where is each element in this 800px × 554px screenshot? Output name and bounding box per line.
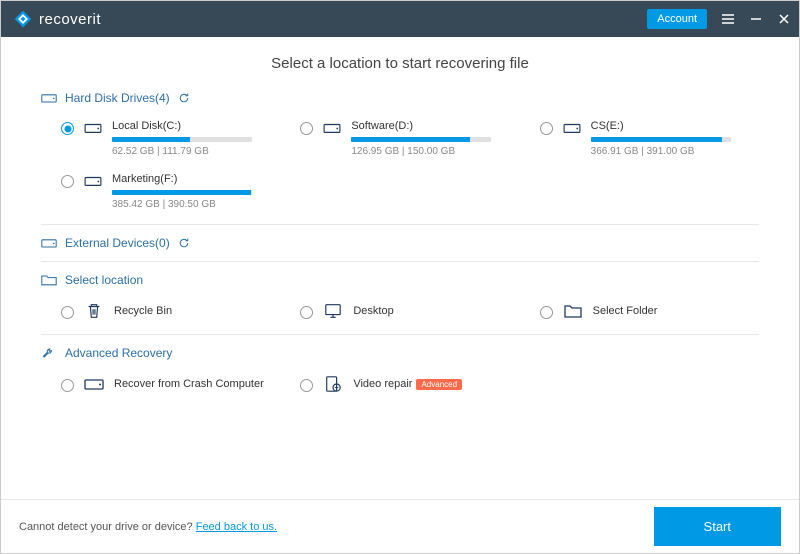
drive-name: Software(D:) xyxy=(351,120,519,132)
location-select-folder[interactable]: Select Folder xyxy=(540,298,759,324)
recycle-bin-icon xyxy=(84,302,104,320)
location-desktop[interactable]: Desktop xyxy=(300,298,519,324)
account-button[interactable]: Account xyxy=(647,9,707,29)
close-icon[interactable] xyxy=(777,12,791,26)
advanced-label: Recover from Crash Computer xyxy=(114,378,264,390)
drive-icon xyxy=(84,375,104,393)
radio[interactable] xyxy=(300,122,313,135)
wrench-section-icon xyxy=(41,345,57,361)
drive-size: 366.91 GB | 391.00 GB xyxy=(591,146,759,157)
drive-item[interactable]: Local Disk(C:) 62.52 GB | 111.79 GB xyxy=(61,116,280,161)
refresh-icon[interactable] xyxy=(178,92,190,104)
drive-usage-bar xyxy=(351,137,491,142)
minimize-icon[interactable] xyxy=(749,12,763,26)
refresh-icon[interactable] xyxy=(178,237,190,249)
drive-icon xyxy=(563,121,581,135)
radio[interactable] xyxy=(61,122,74,135)
drive-size: 62.52 GB | 111.79 GB xyxy=(112,146,280,157)
section-advanced: Advanced Recovery Recover from Crash Com… xyxy=(41,345,759,397)
radio[interactable] xyxy=(540,306,553,319)
advanced-label: Video repairAdvanced xyxy=(353,378,462,390)
feedback-link[interactable]: Feed back to us. xyxy=(196,521,277,533)
menu-icon[interactable] xyxy=(721,12,735,26)
page-title: Select a location to start recovering fi… xyxy=(41,55,759,72)
drive-section-icon xyxy=(41,90,57,106)
divider xyxy=(41,261,759,262)
drive-usage-bar xyxy=(112,190,252,195)
section-external: External Devices(0) xyxy=(41,235,759,251)
radio[interactable] xyxy=(300,379,313,392)
location-label: Recycle Bin xyxy=(114,305,172,317)
start-button[interactable]: Start xyxy=(654,507,781,546)
section-title-external: External Devices(0) xyxy=(65,236,170,250)
advanced-badge: Advanced xyxy=(416,379,462,390)
app-logo: recoverit xyxy=(13,9,101,29)
external-section-icon xyxy=(41,235,57,251)
divider xyxy=(41,224,759,225)
drive-name: Marketing(F:) xyxy=(112,173,280,185)
drive-item[interactable]: CS(E:) 366.91 GB | 391.00 GB xyxy=(540,116,759,161)
section-title-location: Select location xyxy=(65,273,143,287)
drive-item[interactable]: Marketing(F:) 385.42 GB | 390.50 GB xyxy=(61,169,280,214)
location-recycle-bin[interactable]: Recycle Bin xyxy=(61,298,280,324)
drive-name: Local Disk(C:) xyxy=(112,120,280,132)
folder-icon xyxy=(563,302,583,320)
section-title-advanced: Advanced Recovery xyxy=(65,346,172,360)
radio[interactable] xyxy=(61,175,74,188)
advanced-video-repair[interactable]: Video repairAdvanced xyxy=(300,371,519,397)
drive-icon xyxy=(323,121,341,135)
footer-text: Cannot detect your drive or device? Feed… xyxy=(19,521,277,533)
drive-usage-bar xyxy=(112,137,252,142)
section-title-drives: Hard Disk Drives(4) xyxy=(65,91,170,105)
footer: Cannot detect your drive or device? Feed… xyxy=(1,499,799,553)
content: Select a location to start recovering fi… xyxy=(1,37,799,499)
location-label: Desktop xyxy=(353,305,393,317)
app-name: recoverit xyxy=(39,11,101,28)
desktop-icon xyxy=(323,302,343,320)
location-label: Select Folder xyxy=(593,305,658,317)
section-hard-drives: Hard Disk Drives(4) Local Disk(C:) 62.52… xyxy=(41,90,759,214)
radio[interactable] xyxy=(540,122,553,135)
section-select-location: Select location Recycle Bin Desktop Sele… xyxy=(41,272,759,324)
drive-item[interactable]: Software(D:) 126.95 GB | 150.00 GB xyxy=(300,116,519,161)
radio[interactable] xyxy=(61,306,74,319)
drive-icon xyxy=(84,174,102,188)
divider xyxy=(41,334,759,335)
drive-usage-bar xyxy=(591,137,731,142)
radio[interactable] xyxy=(300,306,313,319)
logo-icon xyxy=(13,9,33,29)
advanced-crash-recovery[interactable]: Recover from Crash Computer xyxy=(61,371,280,397)
drive-size: 126.95 GB | 150.00 GB xyxy=(351,146,519,157)
drive-size: 385.42 GB | 390.50 GB xyxy=(112,199,280,210)
folder-section-icon xyxy=(41,272,57,288)
video-repair-icon xyxy=(323,375,343,393)
radio[interactable] xyxy=(61,379,74,392)
drive-icon xyxy=(84,121,102,135)
titlebar: recoverit Account xyxy=(1,1,799,37)
drive-name: CS(E:) xyxy=(591,120,759,132)
